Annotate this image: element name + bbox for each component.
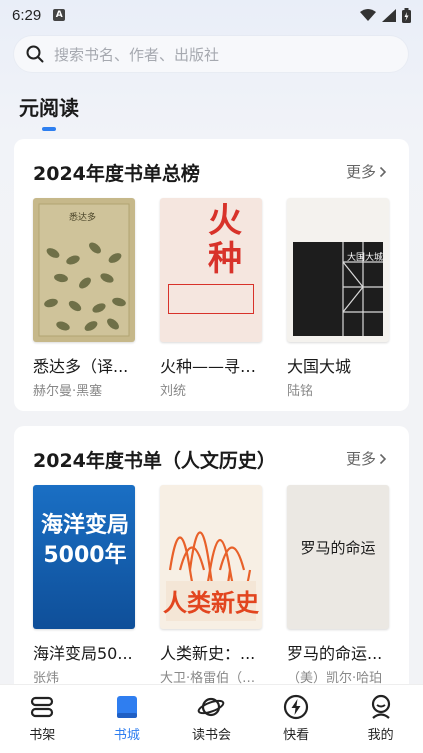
book-item[interactable]: 悉达多 悉达多（译... 赫尔曼·黑塞 — [33, 198, 135, 399]
book-title: 海洋变局50... — [33, 644, 133, 663]
cover-title: 人类新史 — [163, 589, 259, 617]
search-placeholder: 搜索书名、作者、出版社 — [54, 45, 220, 64]
book-cover[interactable]: 罗马的命运 — [287, 485, 389, 629]
book-cover[interactable]: 大国大城 — [287, 198, 389, 342]
notification-icon: A — [53, 9, 66, 21]
book-title: 罗马的命运... — [287, 644, 383, 663]
profile-icon — [371, 694, 390, 719]
book-title: 大国大城 — [287, 357, 352, 376]
more-label: 更多 — [345, 163, 376, 181]
cover-title: 大国大城 — [347, 253, 384, 263]
book-title: 火种——寻找... — [160, 357, 262, 376]
bookshelf-icon — [31, 696, 54, 718]
book-author: 刘统 — [160, 384, 187, 399]
book-item[interactable]: 火种 火种——寻找... 刘统 — [160, 198, 262, 399]
signal-icon — [382, 8, 396, 22]
book-cover[interactable]: 海洋变局 5000年 — [33, 485, 135, 629]
tab-label: 我的 — [367, 728, 394, 743]
book-cover[interactable]: 火种 — [160, 198, 262, 342]
book-title: 悉达多（译... — [33, 357, 129, 376]
booklist-card-overall: 2024年度书单总榜 更多 悉达多 悉达多（译... 赫尔曼·黑塞 火种 火种—… — [14, 139, 409, 411]
book-row: 悉达多 悉达多（译... 赫尔曼·黑塞 火种 火种——寻找... 刘统 大国大城… — [33, 198, 389, 399]
status-icons — [360, 7, 411, 23]
tab-quicklook[interactable]: 快看 — [261, 693, 331, 743]
tab-bookclub[interactable]: 读书会 — [176, 693, 246, 743]
book-item[interactable]: 海洋变局 5000年 海洋变局50... 张炜 — [33, 485, 135, 686]
cover-title: 罗马的命运 — [300, 539, 376, 557]
book-author: 陆铭 — [287, 384, 314, 399]
book-cover[interactable]: 人类新史 — [160, 485, 262, 629]
tab-label: 快看 — [283, 728, 310, 743]
tab-indicator — [42, 127, 56, 131]
book-author: 赫尔曼·黑塞 — [33, 384, 103, 399]
bottom-tab-bar: 书架 书城 读书会 快看 我的 — [0, 684, 423, 753]
book-store-icon — [116, 696, 137, 718]
tab-bookstore[interactable]: 书城 — [92, 693, 162, 743]
book-item[interactable]: 罗马的命运 罗马的命运... （美）凯尔·哈珀 — [287, 485, 389, 686]
section-title: 2024年度书单（人文历史） — [33, 450, 276, 472]
tab-label: 书城 — [113, 728, 140, 743]
lightning-icon — [283, 694, 309, 720]
section-title: 2024年度书单总榜 — [33, 163, 200, 185]
cover-title: 海洋变局 5000年 — [41, 513, 130, 568]
tab-profile[interactable]: 我的 — [346, 693, 416, 743]
booklist-card-history: 2024年度书单（人文历史） 更多 海洋变局 5000年 海洋变局50... 张… — [14, 426, 409, 696]
more-link[interactable]: 更多 — [346, 161, 387, 182]
tab-label: 读书会 — [191, 728, 231, 743]
book-title: 人类新史：... — [160, 644, 256, 663]
tab-bookshelf[interactable]: 书架 — [7, 693, 77, 743]
chevron-right-icon — [379, 453, 387, 464]
battery-icon — [402, 7, 411, 23]
status-bar: 6:29 A — [0, 0, 423, 30]
search-icon — [26, 45, 44, 63]
more-link[interactable]: 更多 — [346, 448, 387, 469]
book-row: 海洋变局 5000年 海洋变局50... 张炜 人类新史 人类新史：... 大卫… — [33, 485, 389, 686]
planet-icon — [198, 697, 225, 717]
more-label: 更多 — [345, 450, 376, 468]
cover-title: 火种 — [208, 201, 242, 279]
book-item[interactable]: 人类新史 人类新史：... 大卫·格雷伯（D... — [160, 485, 262, 686]
chevron-right-icon — [379, 166, 387, 177]
search-input[interactable]: 搜索书名、作者、出版社 — [14, 36, 408, 72]
book-item[interactable]: 大国大城 大国大城 陆铭 — [287, 198, 389, 399]
cover-band — [168, 284, 254, 314]
tab-label: 书架 — [29, 728, 56, 743]
wifi-icon — [360, 8, 376, 21]
page-title: 元阅读 — [19, 96, 79, 120]
status-time: 6:29 — [12, 6, 42, 24]
book-cover[interactable]: 悉达多 — [33, 198, 135, 342]
cover-title: 悉达多 — [69, 213, 97, 223]
